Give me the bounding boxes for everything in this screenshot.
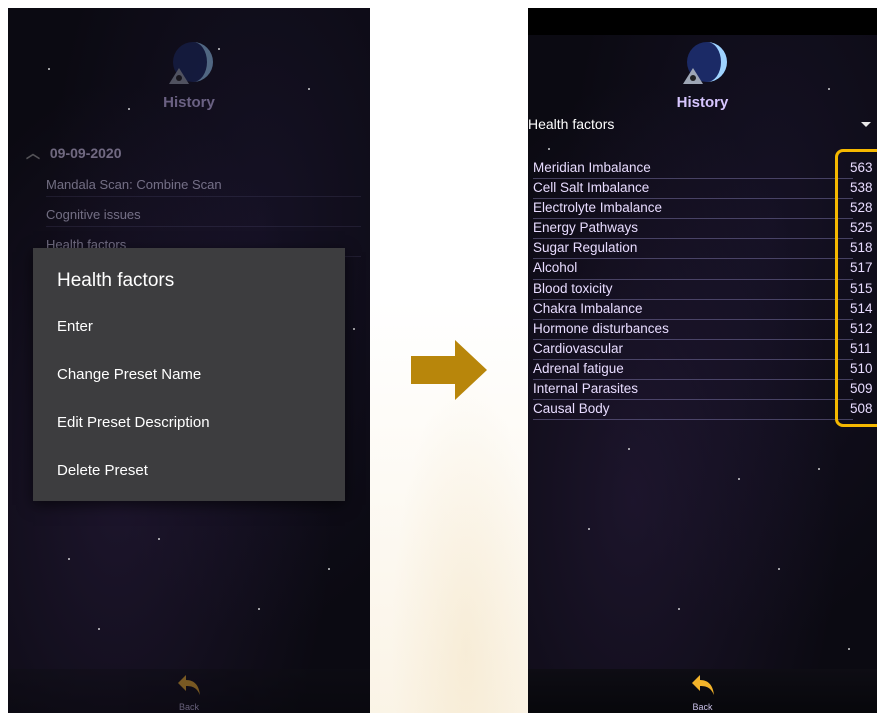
enter-option[interactable]: Enter <box>57 318 93 335</box>
right-screen: History Health factors Meridian Imbalanc… <box>528 8 877 713</box>
health-factors-list: Meridian Imbalance 563 Cell Salt Imbalanc… <box>533 159 873 421</box>
preset-options-dialog: Health factors Enter Change Preset Name … <box>33 248 345 501</box>
factor-name: Alcohol <box>533 260 578 276</box>
dropdown-triangle-icon[interactable] <box>861 122 871 127</box>
list-item[interactable]: Causal Body 508 <box>533 400 873 421</box>
back-arrow-icon <box>691 675 714 695</box>
history-item[interactable]: Mandala Scan: Combine Scan <box>46 177 361 197</box>
back-label: Back <box>692 702 713 712</box>
status-bar <box>528 8 877 35</box>
factor-name: Energy Pathways <box>533 220 639 236</box>
back-button[interactable]: Back <box>683 673 723 712</box>
values-highlight-box <box>835 149 877 427</box>
list-item[interactable]: Electrolyte Imbalance 528 <box>533 199 873 220</box>
history-date-group[interactable]: ︿ 09-09-2020 <box>26 143 346 163</box>
factor-name: Meridian Imbalance <box>533 160 651 175</box>
factor-name: Cardiovascular <box>533 340 624 356</box>
list-item[interactable]: Hormone disturbances 512 <box>533 320 873 340</box>
page-title: History <box>163 94 215 111</box>
dialog-title: Health factors <box>57 270 175 291</box>
chevron-up-icon: ︿ <box>26 145 40 161</box>
change-preset-name-option[interactable]: Change Preset Name <box>57 366 201 383</box>
factor-name: Chakra Imbalance <box>533 300 643 316</box>
left-screen: History ︿ 09-09-2020 Mandala Scan: Combi… <box>8 8 370 713</box>
list-item[interactable]: Chakra Imbalance 514 <box>533 300 873 320</box>
bottom-nav: Back <box>8 669 370 713</box>
factor-name: Hormone disturbances <box>533 320 669 336</box>
list-item[interactable]: Cell Salt Imbalance 538 <box>533 179 873 200</box>
back-arrow-icon <box>178 675 200 695</box>
edit-preset-description-option[interactable]: Edit Preset Description <box>57 414 210 431</box>
list-item[interactable]: Internal Parasites 509 <box>533 380 873 401</box>
factor-name: Causal Body <box>533 401 610 417</box>
factor-name: Cell Salt Imbalance <box>533 180 650 196</box>
planet-eye-logo-icon <box>169 42 213 84</box>
list-item[interactable]: Cardiovascular 511 <box>533 340 872 360</box>
list-item[interactable]: Sugar Regulation 518 <box>533 239 873 260</box>
history-date: 09-09-2020 <box>49 145 122 161</box>
right-arrow-icon <box>411 340 487 400</box>
delete-preset-option[interactable]: Delete Preset <box>57 462 148 479</box>
list-item[interactable]: Energy Pathways 525 <box>533 219 873 240</box>
factor-name: Adrenal fatigue <box>533 360 624 376</box>
factor-name: Electrolyte Imbalance <box>533 200 663 216</box>
list-item[interactable]: Adrenal fatigue 510 <box>533 360 873 381</box>
section-header[interactable]: Health factors <box>528 116 614 132</box>
planet-eye-logo-icon <box>682 42 727 84</box>
list-item[interactable]: Alcohol 517 <box>533 259 873 280</box>
factor-name: Sugar Regulation <box>533 240 638 256</box>
bottom-nav: Back <box>528 669 877 713</box>
history-item[interactable]: Cognitive issues <box>46 207 361 227</box>
page-title: History <box>676 94 729 111</box>
factor-name: Internal Parasites <box>533 381 639 397</box>
back-button[interactable]: Back <box>169 673 209 712</box>
back-label: Back <box>178 702 199 712</box>
list-item[interactable]: Blood toxicity 515 <box>533 280 873 300</box>
factor-name: Blood toxicity <box>533 280 613 296</box>
list-item[interactable]: Meridian Imbalance 563 <box>533 159 873 180</box>
